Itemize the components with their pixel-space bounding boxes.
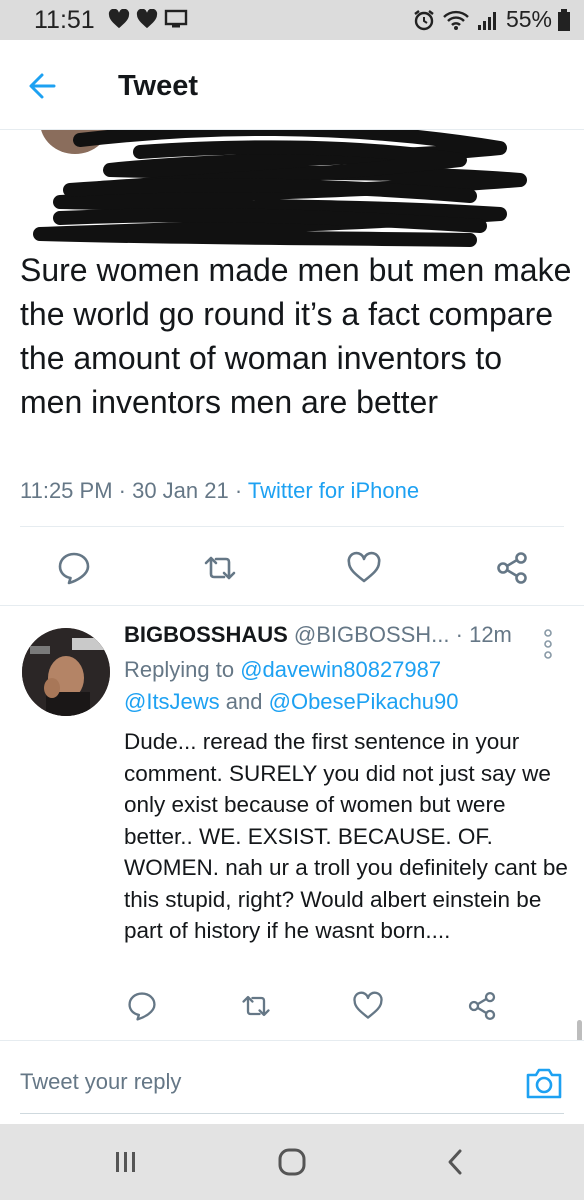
battery-percent: 55% [505,6,552,32]
like-heart-icon[interactable] [346,550,382,586]
wifi-icon [443,10,469,30]
alarm-icon [414,9,434,30]
tweet-meta: 11:25 PM · 30 Jan 21 · Twitter for iPhon… [20,478,419,504]
back-arrow-icon[interactable] [24,68,60,104]
signal-icon [477,11,496,30]
mention-link[interactable]: @ObesePikachu90 [269,689,459,714]
screen-notification-icon [164,9,188,28]
retweet-icon[interactable] [202,550,238,586]
share-icon[interactable] [466,990,498,1022]
share-icon[interactable] [494,550,530,586]
replying-and: and [219,689,269,714]
redacted-author-area [0,130,584,250]
input-underline [20,1113,564,1114]
user-handle[interactable]: @BIGBOSSH... [294,622,450,647]
reply-composer: Tweet your reply [0,1040,584,1124]
tweet-timestamp: 11:25 PM · 30 Jan 21 · [20,478,248,503]
avatar[interactable] [22,628,110,716]
reply-icon[interactable] [56,550,92,586]
main-tweet-actions [0,550,584,590]
reply-input[interactable]: Tweet your reply [20,1069,500,1095]
camera-icon[interactable] [524,1065,564,1101]
status-time: 11:51 [34,6,95,34]
display-name[interactable]: BIGBOSSHAUS [124,622,288,647]
avatar-photo [22,628,110,716]
main-tweet-text: Sure women made men but men make the wor… [20,252,572,420]
section-divider [0,605,584,606]
recent-apps-icon[interactable] [106,1146,146,1178]
scribble-redaction [33,130,527,247]
replying-to: Replying to @davewin80827987 @ItsJews an… [124,654,564,718]
reply-tweet-text: Dude... reread the first sentence in you… [124,729,568,943]
replying-label: Replying to [124,657,241,682]
reply-icon[interactable] [126,990,158,1022]
system-icons: 55% [412,6,570,33]
page-title: Tweet [118,70,199,102]
reply-time: · 12m [455,622,512,647]
status-bar: 11:51 55% [0,0,584,40]
reply-tweet-actions [0,990,584,1030]
header: Tweet [0,40,584,130]
heart-notification-icon [136,9,158,29]
reply-header: BIGBOSSHAUS @BIGBOSSH... · 12m [124,622,512,648]
tweet-source-link[interactable]: Twitter for iPhone [248,478,419,503]
like-heart-icon[interactable] [352,990,384,1022]
system-nav-bar [0,1124,584,1200]
back-icon[interactable] [436,1146,476,1178]
heart-notification-icon [108,9,130,29]
home-icon[interactable] [272,1146,312,1178]
notification-icons [108,9,188,29]
mention-link[interactable]: @davewin80827987 [240,657,441,682]
battery-icon [558,8,570,31]
mention-link[interactable]: @ItsJews [124,689,220,714]
divider [20,526,564,527]
retweet-icon[interactable] [240,990,272,1022]
